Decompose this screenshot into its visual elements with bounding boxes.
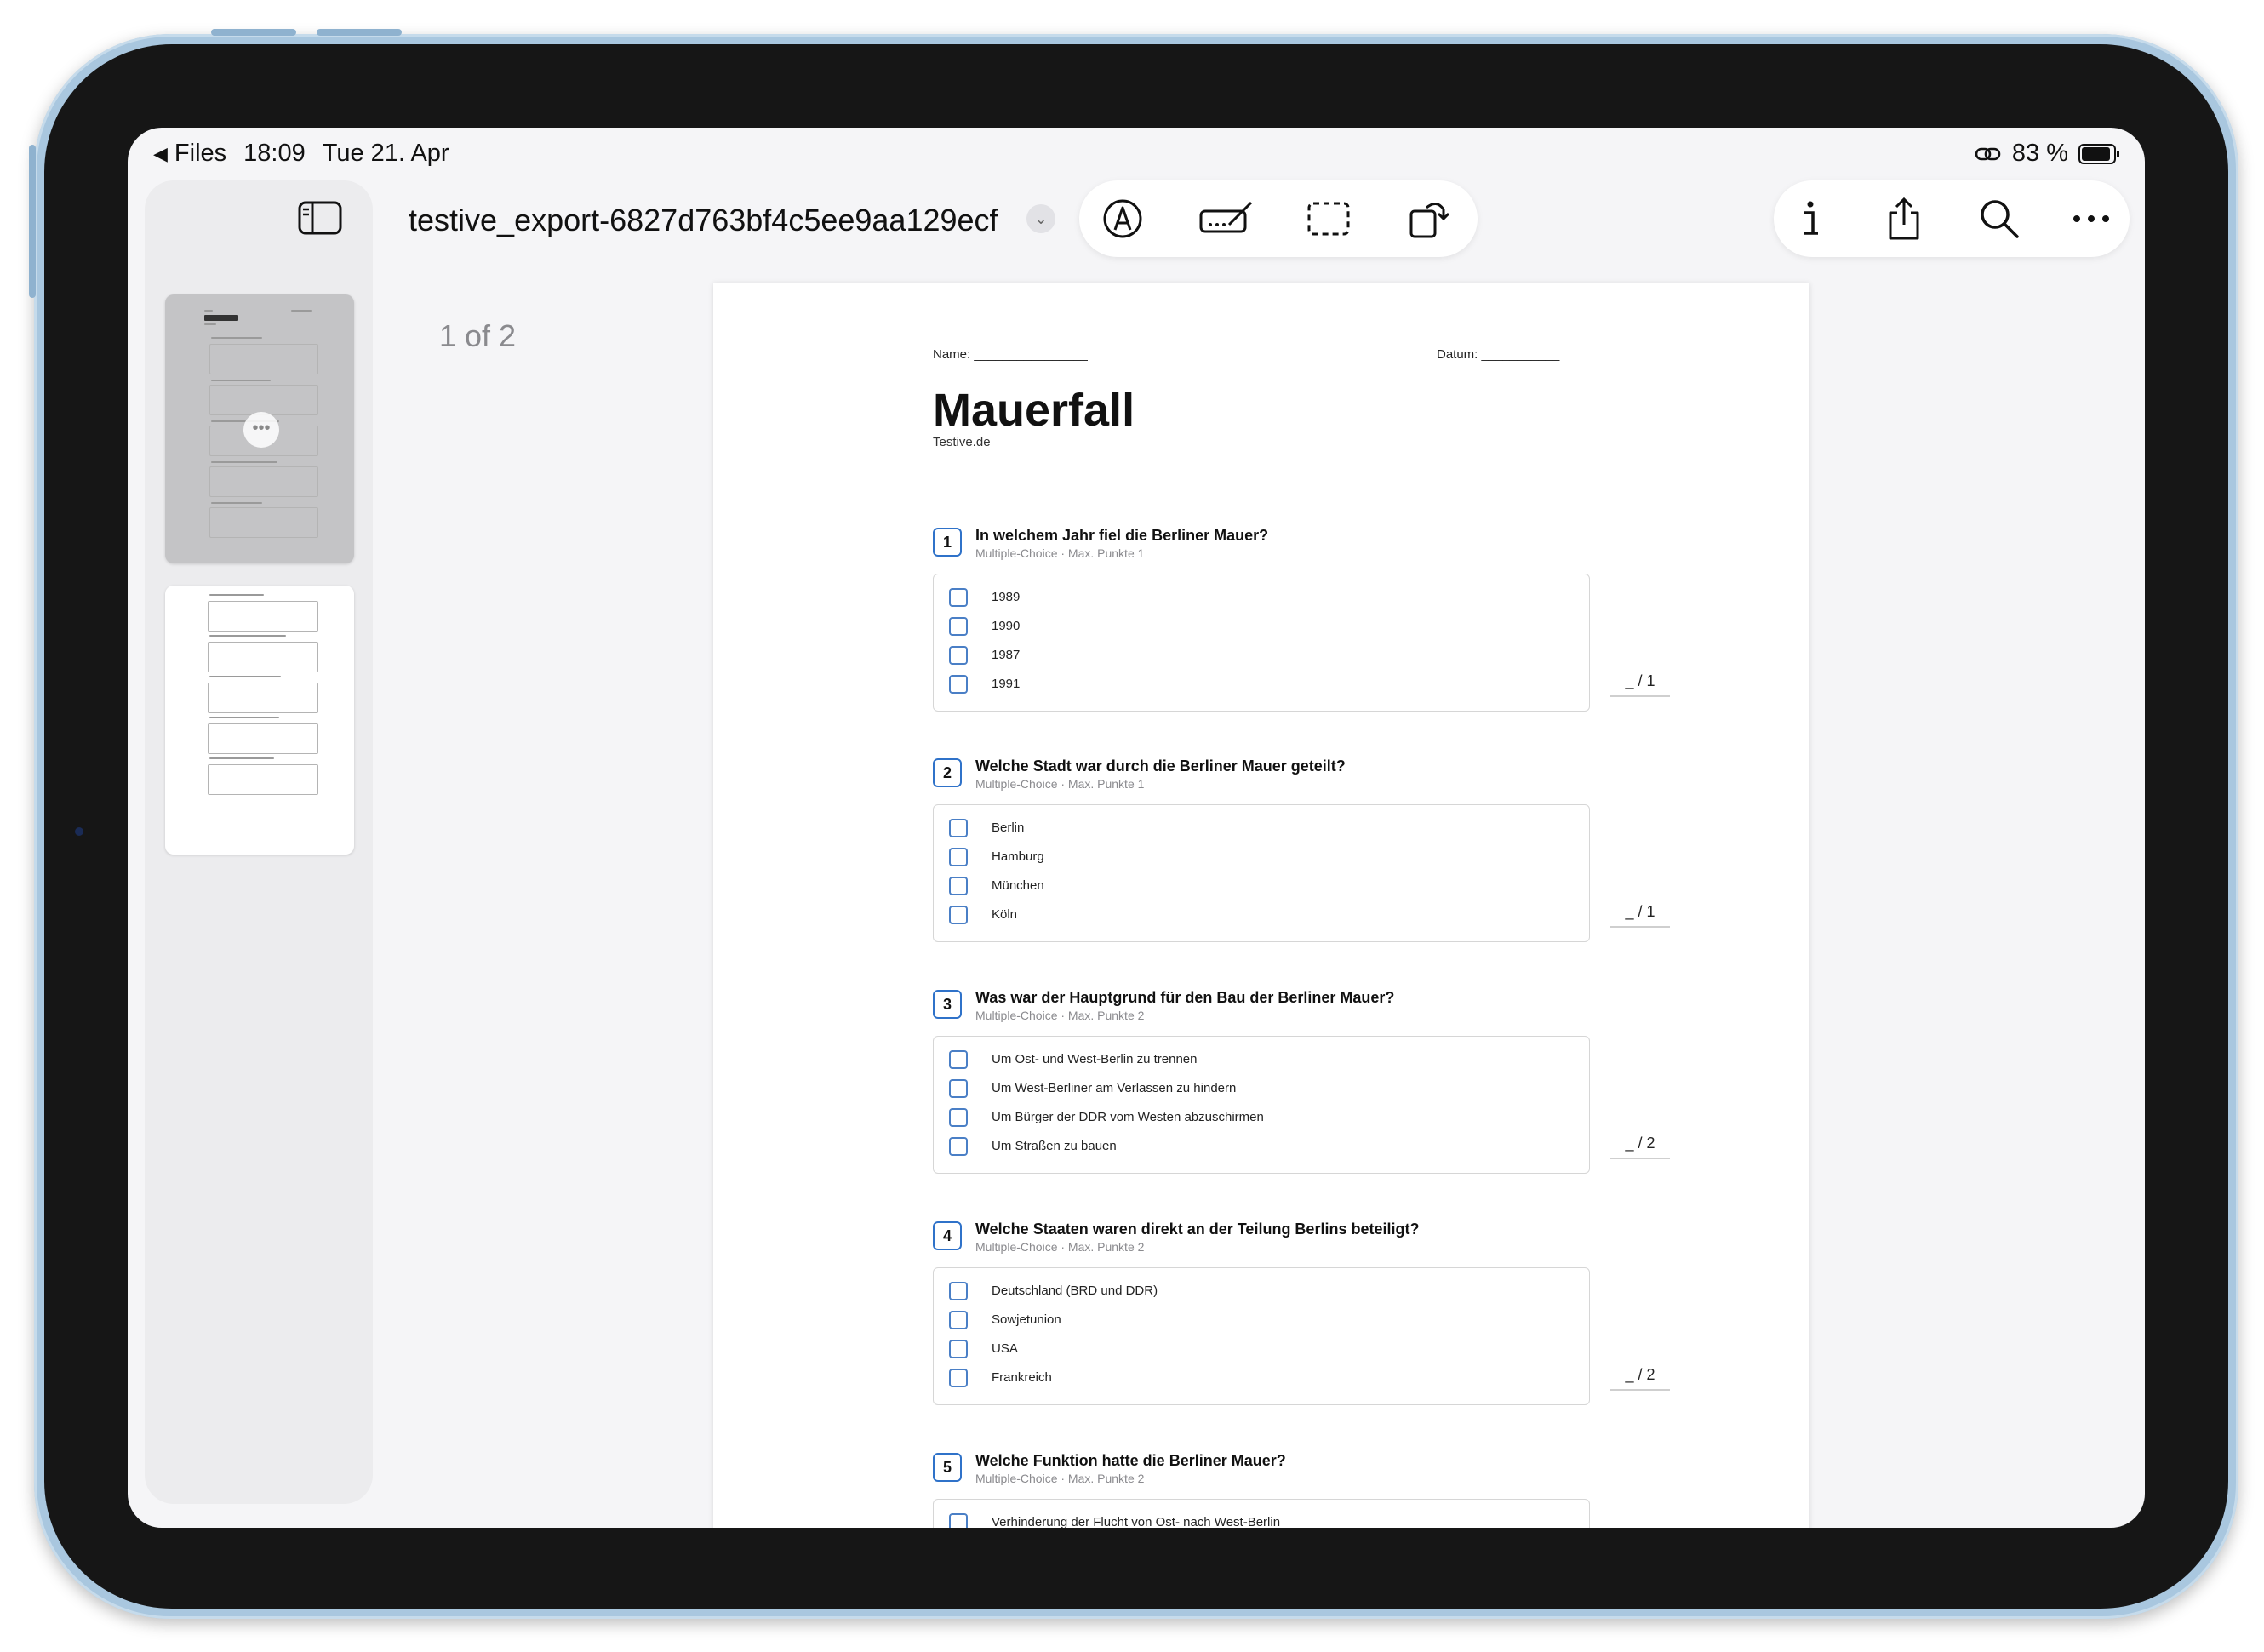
question-meta: Multiple-Choice · Max. Punkte 1	[975, 777, 1145, 791]
chevron-down-icon[interactable]: ⌄	[1026, 204, 1055, 233]
pdf-page: Name: ________________ Datum: __________…	[713, 283, 1809, 1528]
option-label: 1989	[992, 590, 1021, 604]
option-checkbox[interactable]	[949, 1513, 968, 1528]
option-label: Um Bürger der DDR vom Westen abzuschirme…	[992, 1110, 1264, 1124]
question-text: Was war der Hauptgrund für den Bau der B…	[975, 989, 1395, 1006]
option-checkbox[interactable]	[949, 1079, 968, 1098]
option-checkbox[interactable]	[949, 1311, 968, 1329]
document-title[interactable]: testive_export-6827d763bf4c5ee9aa129ecf	[409, 203, 998, 238]
status-bar: ◀ Files 18:09 Tue 21. Apr 83 %	[128, 140, 2145, 174]
question-4: 4 Welche Staaten waren direkt an der Tei…	[933, 1220, 1682, 1409]
battery-percentage: 83 %	[2011, 140, 2068, 167]
question-3: 3 Was war der Hauptgrund für den Bau der…	[933, 989, 1682, 1177]
option-label: Um Straßen zu bauen	[992, 1139, 1117, 1153]
option-label: Hamburg	[992, 849, 1044, 864]
option-checkbox[interactable]	[949, 617, 968, 636]
worksheet-subtitle: Testive.de	[933, 435, 991, 449]
option-label: Köln	[992, 907, 1018, 922]
document-actions-toolbar	[1774, 180, 2130, 257]
rotate-icon[interactable]	[1406, 196, 1452, 242]
option-checkbox[interactable]	[949, 848, 968, 866]
option-label: Frankreich	[992, 1370, 1052, 1385]
info-icon[interactable]	[1787, 196, 1833, 242]
question-text: In welchem Jahr fiel die Berliner Mauer?	[975, 527, 1269, 544]
question-meta: Multiple-Choice · Max. Punkte 1	[975, 546, 1145, 560]
worksheet-title: Mauerfall	[933, 385, 1135, 436]
question-1: 1 In welchem Jahr fiel die Berliner Maue…	[933, 527, 1682, 715]
share-icon[interactable]	[1881, 196, 1927, 242]
option-label: 1991	[992, 677, 1021, 691]
thumbnail-sidebar: •••	[145, 180, 373, 1504]
answer-box: Berlin Hamburg München Köln	[933, 804, 1590, 942]
option-label: Berlin	[992, 820, 1025, 835]
option-checkbox[interactable]	[949, 588, 968, 607]
option-label: Um West-Berliner am Verlassen zu hindern	[992, 1081, 1237, 1095]
page-thumbnail-1[interactable]: •••	[165, 294, 354, 563]
more-icon[interactable]	[2068, 196, 2114, 242]
search-icon[interactable]	[1976, 196, 2022, 242]
thumbnail-more-icon[interactable]: •••	[243, 412, 279, 448]
option-label: 1990	[992, 619, 1021, 633]
option-label: Sowjetunion	[992, 1312, 1061, 1327]
question-2: 2 Welche Stadt war durch die Berliner Ma…	[933, 757, 1682, 946]
option-checkbox[interactable]	[949, 819, 968, 837]
question-text: Welche Staaten waren direkt an der Teilu…	[975, 1220, 1420, 1238]
signature-icon[interactable]	[1198, 196, 1255, 242]
status-time: 18:09	[243, 140, 306, 167]
status-date: Tue 21. Apr	[322, 140, 449, 167]
question-text: Welche Stadt war durch die Berliner Maue…	[975, 757, 1346, 775]
back-arrow-icon[interactable]: ◀	[153, 143, 168, 165]
question-number: 1	[933, 528, 962, 557]
option-label: USA	[992, 1341, 1018, 1356]
question-text: Welche Funktion hatte die Berliner Mauer…	[975, 1452, 1286, 1469]
option-checkbox[interactable]	[949, 1282, 968, 1300]
answer-box: Verhinderung der Flucht von Ost- nach We…	[933, 1499, 1590, 1528]
option-checkbox[interactable]	[949, 906, 968, 924]
link-icon	[1975, 147, 2001, 160]
answer-box: Um Ost- und West-Berlin zu trennen Um We…	[933, 1036, 1590, 1174]
question-number: 4	[933, 1221, 962, 1250]
markup-toolbar	[1079, 180, 1478, 257]
question-meta: Multiple-Choice · Max. Punkte 2	[975, 1009, 1145, 1022]
option-checkbox[interactable]	[949, 1050, 968, 1069]
page-thumbnail-2[interactable]	[165, 586, 354, 855]
date-field-label: Datum: ___________	[1437, 347, 1560, 362]
volume-up-button	[211, 29, 296, 36]
question-5: 5 Welche Funktion hatte die Berliner Mau…	[933, 1452, 1682, 1528]
option-checkbox[interactable]	[949, 1137, 968, 1156]
question-meta: Multiple-Choice · Max. Punkte 2	[975, 1240, 1145, 1254]
option-checkbox[interactable]	[949, 1369, 968, 1387]
question-meta: Multiple-Choice · Max. Punkte 2	[975, 1472, 1145, 1485]
question-score: _ / 2	[1610, 1135, 1670, 1159]
camera-sensor	[75, 827, 83, 836]
selection-icon[interactable]	[1306, 196, 1352, 242]
option-label: Um Ost- und West-Berlin zu trennen	[992, 1052, 1198, 1066]
battery-icon	[2078, 143, 2119, 164]
question-score: _ / 2	[1610, 1366, 1670, 1391]
name-field-label: Name: ________________	[933, 347, 1088, 362]
answer-box: Deutschland (BRD und DDR) Sowjetunion US…	[933, 1267, 1590, 1405]
option-checkbox[interactable]	[949, 675, 968, 694]
top-button	[29, 145, 36, 298]
option-label: München	[992, 878, 1044, 893]
option-label: 1987	[992, 648, 1021, 662]
sidebar-toggle-icon[interactable]	[298, 201, 342, 235]
question-score: _ / 1	[1610, 903, 1670, 928]
option-checkbox[interactable]	[949, 646, 968, 665]
screen: ◀ Files 18:09 Tue 21. Apr 83 % ••• testi…	[128, 128, 2145, 1528]
answer-box: 1989 1990 1987 1991	[933, 574, 1590, 712]
option-label: Deutschland (BRD und DDR)	[992, 1283, 1158, 1298]
volume-down-button	[317, 29, 402, 36]
back-to-files-link[interactable]: Files	[174, 140, 226, 168]
question-score: _ / 1	[1610, 672, 1670, 697]
page-counter: 1 of 2	[439, 318, 517, 353]
question-number: 3	[933, 990, 962, 1019]
option-checkbox[interactable]	[949, 1108, 968, 1127]
markup-pen-icon[interactable]	[1100, 196, 1146, 242]
question-number: 5	[933, 1453, 962, 1482]
option-label: Verhinderung der Flucht von Ost- nach We…	[992, 1515, 1281, 1528]
question-number: 2	[933, 758, 962, 787]
option-checkbox[interactable]	[949, 877, 968, 895]
option-checkbox[interactable]	[949, 1340, 968, 1358]
